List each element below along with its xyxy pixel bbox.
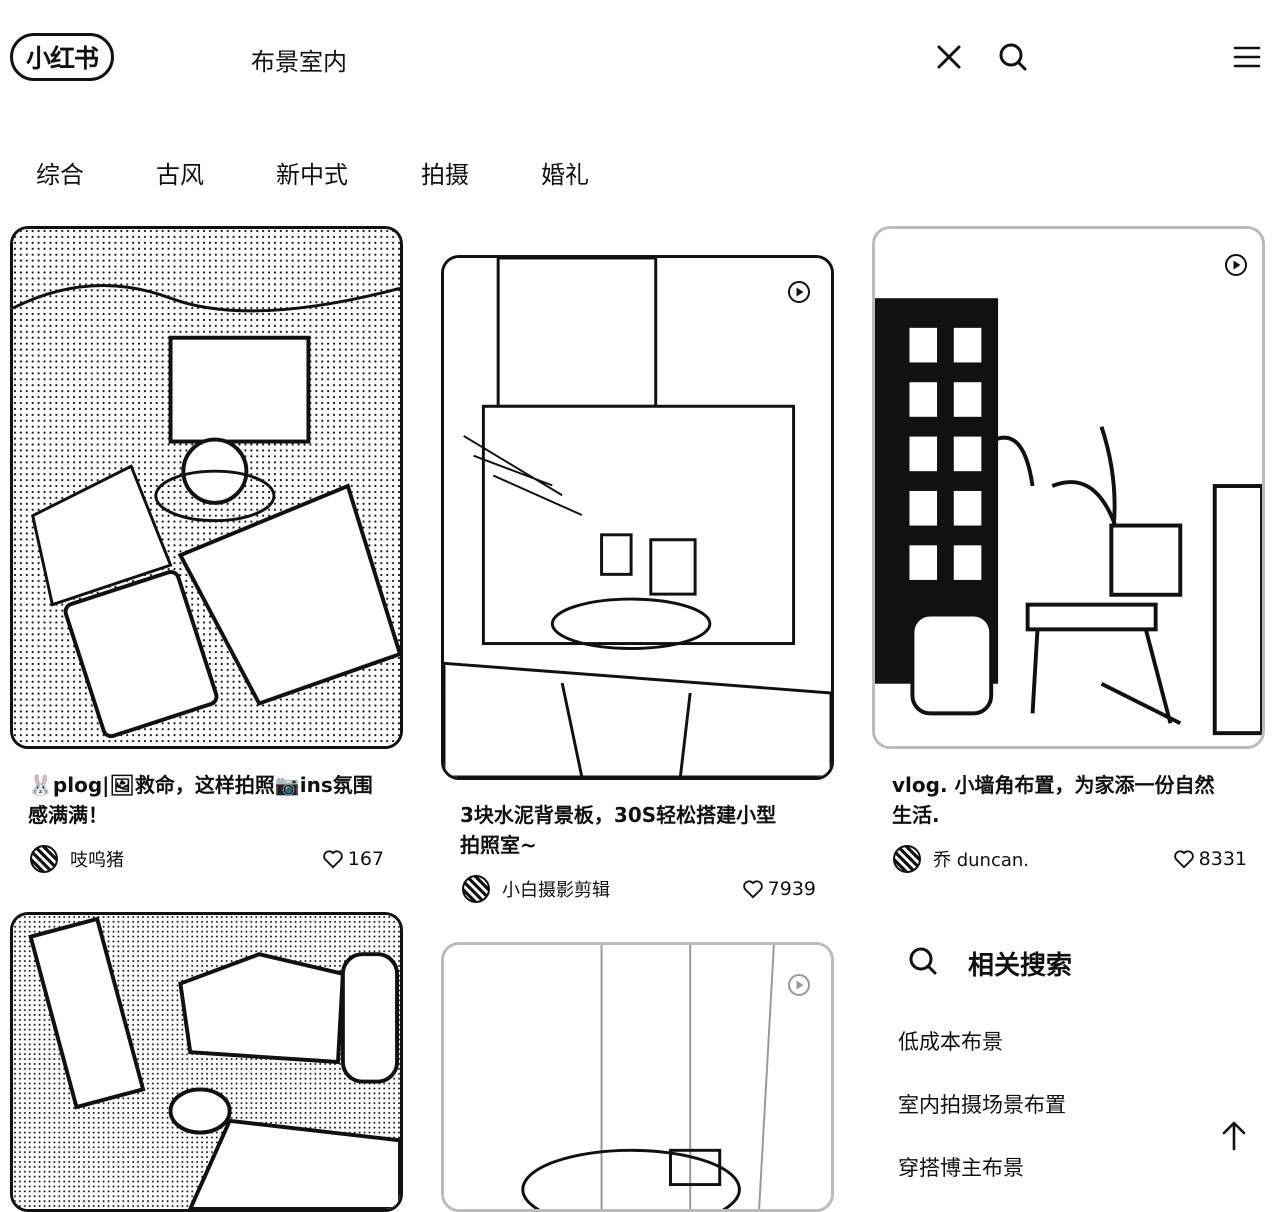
like-count: 167 — [347, 848, 384, 870]
author-name[interactable]: 小白摄影剪辑 — [502, 876, 610, 902]
play-icon — [787, 280, 811, 304]
like-button[interactable]: 7939 — [742, 874, 816, 904]
note-meta: 乔 duncan. 8331 — [893, 844, 1247, 874]
tab-new-chinese[interactable]: 新中式 — [276, 155, 348, 190]
note-title[interactable]: 🐰plog|🖼救命，这样拍照📷ins氛围 感满满！ — [28, 770, 388, 830]
logo-text: 小红书 — [25, 44, 99, 73]
heart-icon — [742, 880, 763, 899]
related-search-item[interactable]: 室内拍摄场景布置 — [898, 1089, 1066, 1119]
note-title[interactable]: 3块水泥背景板，30S轻松搭建小型 拍照室~ — [460, 800, 820, 860]
app-logo[interactable]: 小红书 — [10, 33, 114, 81]
author-name[interactable]: 吱呜猪 — [70, 846, 124, 872]
related-search-item[interactable]: 穿搭博主布景 — [898, 1152, 1024, 1182]
note-meta: 小白摄影剪辑 7939 — [462, 874, 816, 904]
note-cover-image[interactable] — [441, 942, 834, 1212]
related-search-title: 相关搜索 — [968, 951, 1073, 981]
note-cover-image[interactable] — [10, 226, 403, 749]
arrow-up-icon[interactable] — [1219, 1119, 1249, 1155]
note-title[interactable]: vlog. 小墙角布置，为家添一份自然 生活. — [892, 770, 1252, 830]
like-count: 8331 — [1198, 848, 1247, 870]
tab-wedding[interactable]: 婚礼 — [541, 155, 589, 190]
close-icon[interactable] — [929, 37, 969, 77]
like-button[interactable]: 8331 — [1173, 844, 1247, 874]
heart-icon — [1173, 850, 1194, 869]
like-count: 7939 — [767, 878, 816, 900]
avatar[interactable] — [462, 875, 490, 903]
note-meta: 吱呜猪 167 — [30, 844, 384, 874]
like-button[interactable]: 167 — [322, 844, 384, 874]
note-cover-image[interactable] — [10, 912, 403, 1212]
search-input[interactable]: 布景室内 — [251, 42, 347, 77]
note-cover-image[interactable] — [872, 226, 1265, 749]
avatar[interactable] — [893, 845, 921, 873]
menu-icon[interactable] — [1227, 37, 1267, 77]
search-icon — [908, 946, 938, 980]
tab-ancient-style[interactable]: 古风 — [156, 155, 204, 190]
heart-icon — [322, 850, 343, 869]
search-icon[interactable] — [993, 37, 1033, 77]
tab-comprehensive[interactable]: 综合 — [36, 155, 84, 190]
tab-photography[interactable]: 拍摄 — [421, 155, 469, 190]
related-search-item[interactable]: 低成本布景 — [898, 1026, 1003, 1056]
avatar[interactable] — [30, 845, 58, 873]
note-cover-image[interactable] — [441, 255, 834, 780]
play-icon — [787, 973, 811, 997]
author-name[interactable]: 乔 duncan. — [933, 846, 1029, 872]
play-icon — [1224, 253, 1248, 277]
